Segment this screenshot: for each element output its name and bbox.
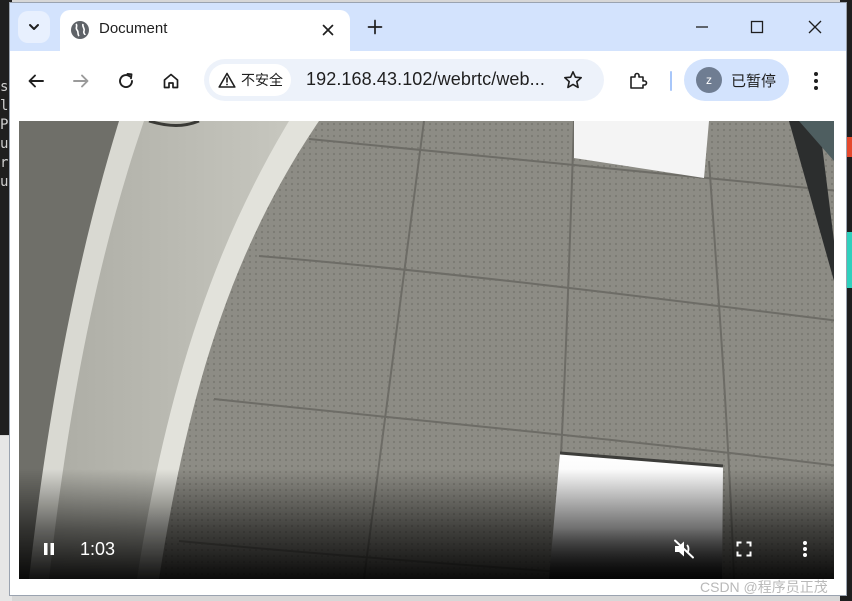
minimize-icon <box>696 26 708 28</box>
security-label: 不安全 <box>241 72 283 88</box>
pause-icon <box>44 543 54 555</box>
tab-document[interactable]: Document <box>60 10 350 51</box>
close-icon <box>808 20 822 34</box>
tab-title: Document <box>99 20 168 37</box>
more-vert-icon <box>814 72 818 90</box>
new-tab-button[interactable] <box>363 15 387 39</box>
fullscreen-button[interactable] <box>730 535 758 563</box>
video-options-button[interactable] <box>791 535 819 563</box>
arrow-right-icon <box>73 74 89 88</box>
profile-button[interactable]: z 已暂停 <box>684 59 789 101</box>
forward-button[interactable] <box>67 67 95 95</box>
extensions-button[interactable] <box>624 67 652 95</box>
arrow-left-icon <box>28 74 44 88</box>
reload-button[interactable] <box>112 67 140 95</box>
close-icon <box>322 24 334 36</box>
url-text[interactable]: 192.168.43.102/webrtc/web... <box>306 69 545 90</box>
profile-status-label: 已暂停 <box>731 72 777 90</box>
home-button[interactable] <box>157 67 185 95</box>
tab-strip: Document <box>10 3 846 51</box>
volume-muted-icon <box>674 539 694 559</box>
maximize-icon <box>750 20 764 34</box>
bookmark-button[interactable] <box>560 67 586 93</box>
chevron-down-icon <box>29 24 39 30</box>
mute-button[interactable] <box>670 535 698 563</box>
tab-close-button[interactable] <box>316 18 340 42</box>
browser-window: Document 不安全 192.168.43.102/webrtc/web..… <box>10 3 846 595</box>
fullscreen-icon <box>736 541 752 557</box>
controls-overlay <box>19 469 834 579</box>
menu-button[interactable] <box>802 67 830 95</box>
maximize-button[interactable] <box>737 13 777 41</box>
back-button[interactable] <box>22 67 50 95</box>
close-window-button[interactable] <box>795 13 835 41</box>
reload-icon <box>119 73 133 88</box>
tab-search-button[interactable] <box>18 11 50 43</box>
video-player[interactable]: 1:03 <box>19 121 834 579</box>
star-icon <box>564 71 582 89</box>
security-chip[interactable]: 不安全 <box>209 64 291 96</box>
more-vert-icon <box>803 541 807 557</box>
toolbar: 不安全 192.168.43.102/webrtc/web... z 已暂停 <box>10 51 846 112</box>
address-bar[interactable]: 不安全 192.168.43.102/webrtc/web... <box>204 59 604 101</box>
puzzle-icon <box>630 72 648 89</box>
globe-icon <box>71 21 89 39</box>
current-time: 1:03 <box>80 539 116 559</box>
avatar: z <box>696 67 722 93</box>
pause-button[interactable] <box>35 535 63 563</box>
plus-icon <box>367 19 383 35</box>
minimize-button[interactable] <box>682 13 722 41</box>
toolbar-divider <box>670 71 672 91</box>
page-viewport: 1:03 <box>10 111 846 595</box>
watermark: CSDN @程序员正茂 <box>700 579 828 595</box>
home-icon <box>163 73 179 89</box>
warning-icon <box>218 72 236 88</box>
